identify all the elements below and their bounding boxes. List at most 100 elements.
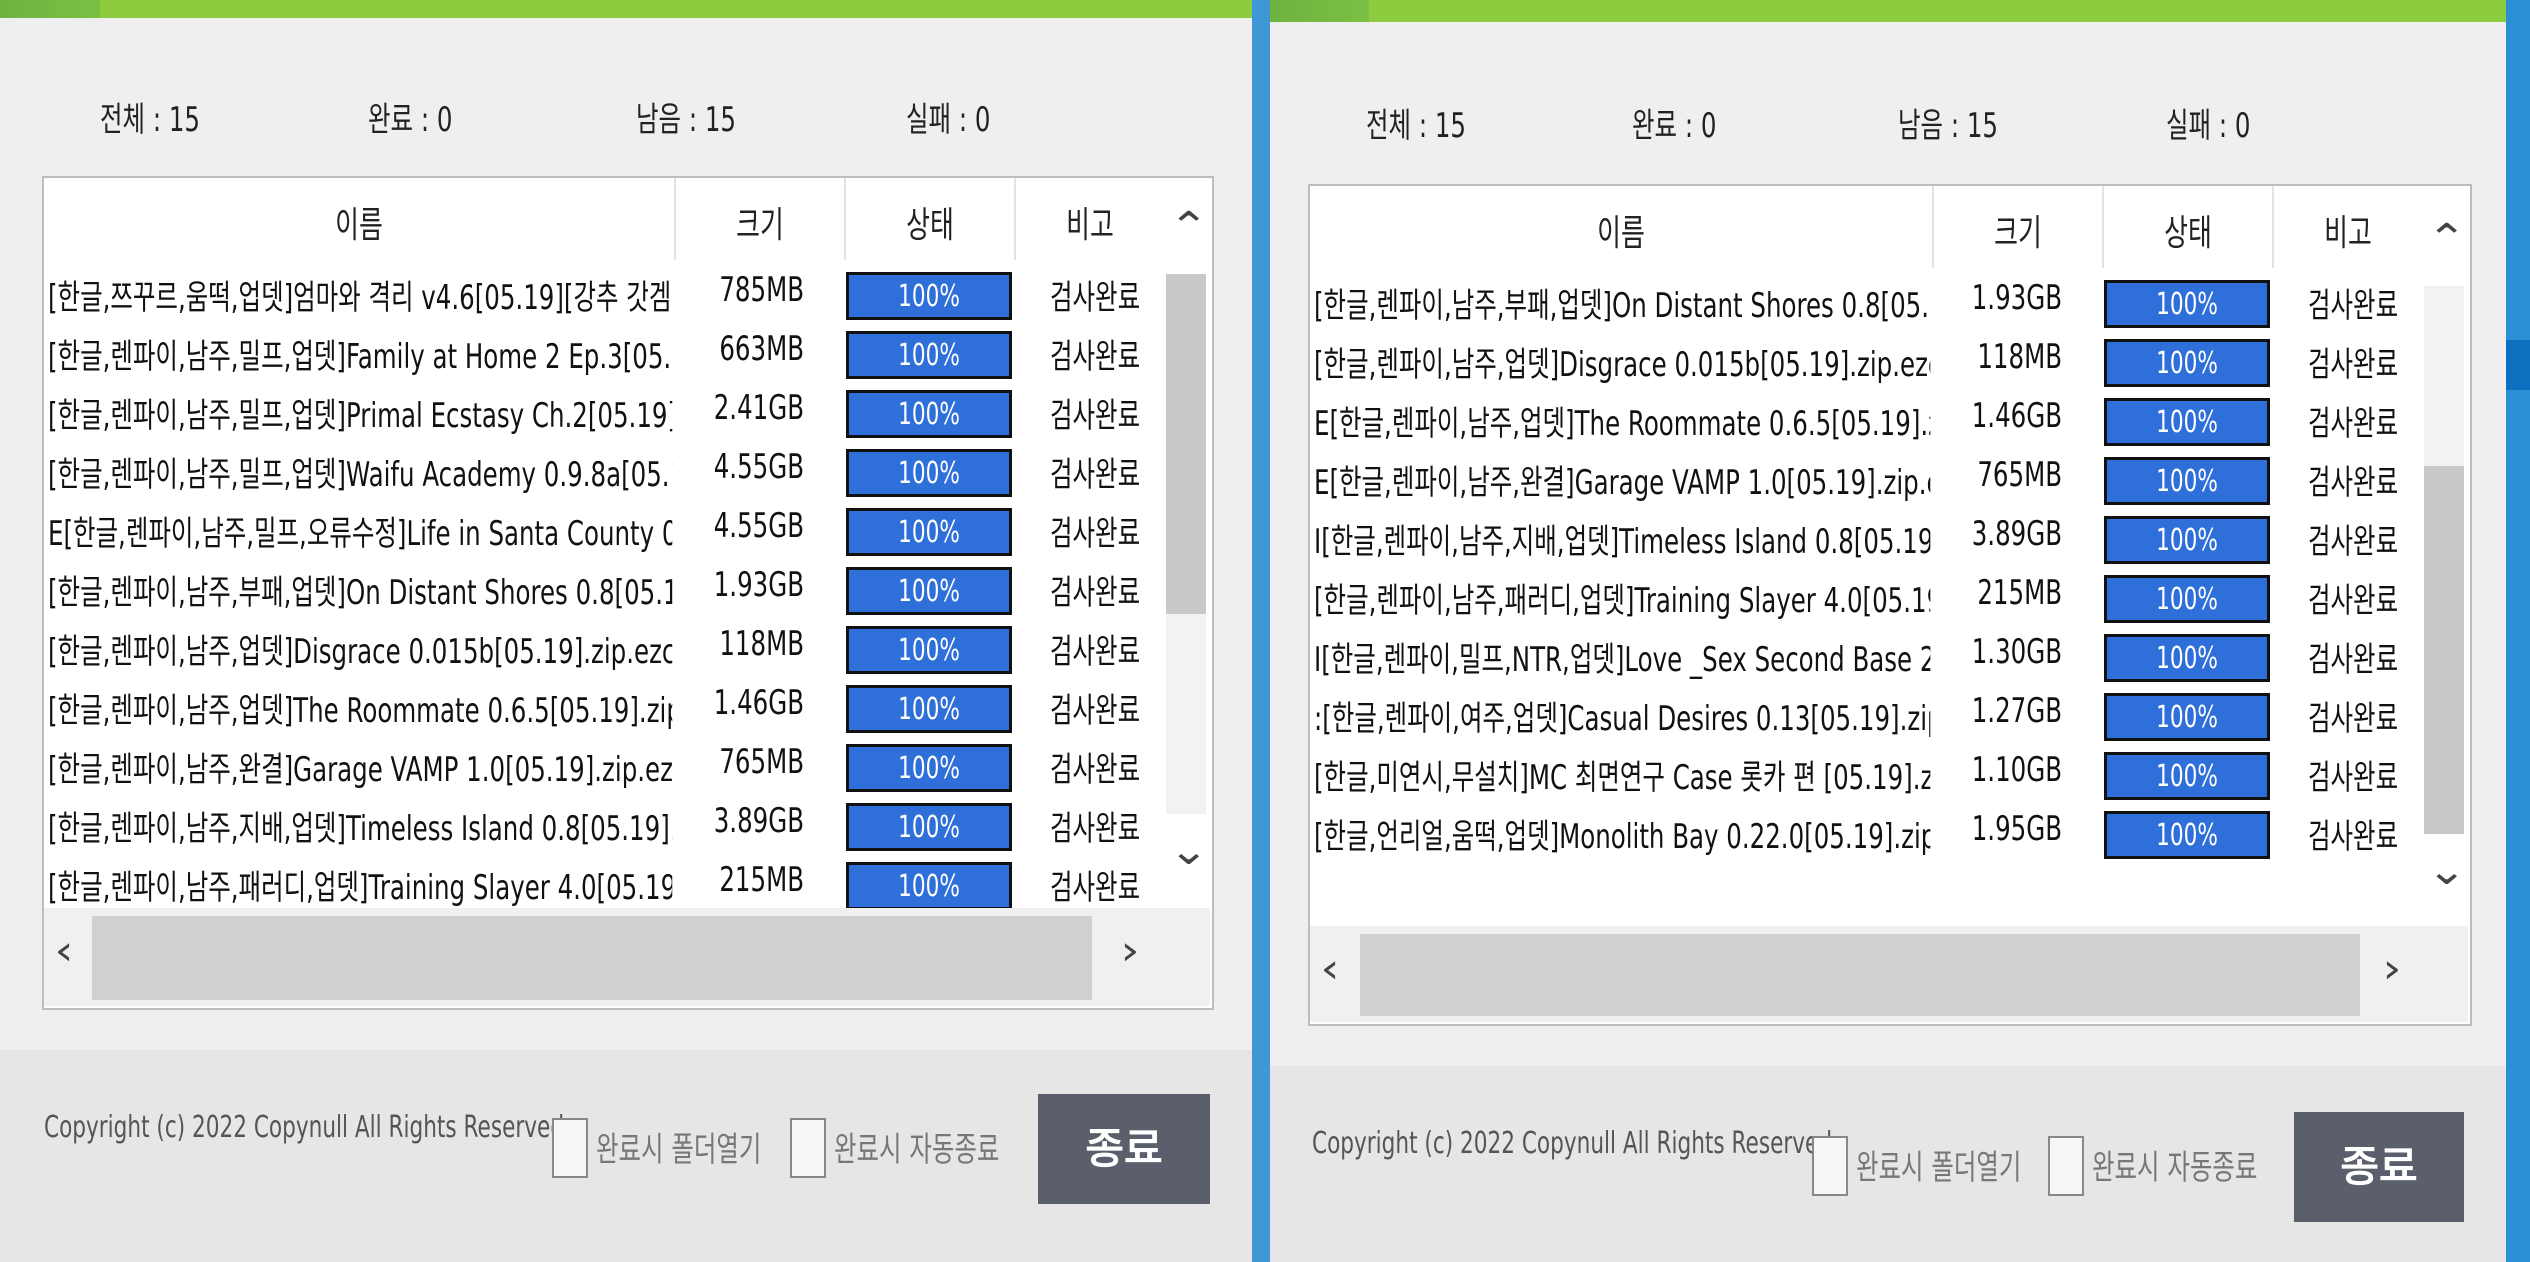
- copyright-text: Copyright (c) 2022 Copynull All Rights R…: [1312, 1126, 1833, 1161]
- progress-bar: 100%: [846, 272, 1012, 320]
- table-row[interactable]: I[한글,렌파이,밀프,NTR,업뎃]Love _Sex Second Base…: [1310, 626, 2428, 685]
- table-row[interactable]: E[한글,렌파이,남주,업뎃]The Roommate 0.6.5[05.19]…: [1310, 390, 2428, 449]
- table-row[interactable]: [한글,미연시,무설치]MC 최면연구 Case 롯카 편 [05.19].zi…: [1310, 744, 2428, 803]
- column-divider[interactable]: [1932, 186, 1934, 268]
- scroll-thumb[interactable]: [2424, 466, 2464, 834]
- file-name: [한글,렌파이,남주,업뎃]Disgrace 0.015b[05.19].zip…: [48, 632, 672, 672]
- table-row[interactable]: [한글,렌파이,남주,업뎃]The Roommate 0.6.5[05.19].…: [44, 677, 1170, 736]
- progress-label: 100%: [2156, 759, 2218, 794]
- table-row[interactable]: [한글,렌파이,남주,밀프,업뎃]Primal Ecstasy Ch.2[05.…: [44, 382, 1170, 441]
- table-row[interactable]: I[한글,렌파이,남주,지배,업뎃]Timeless Island 0.8[05…: [1310, 508, 2428, 567]
- file-name: [한글,렌파이,남주,완결]Garage VAMP 1.0[05.19].zip…: [48, 750, 672, 790]
- table-row[interactable]: [한글,렌파이,남주,완결]Garage VAMP 1.0[05.19].zip…: [44, 736, 1170, 795]
- header-note[interactable]: 비고: [1037, 196, 1144, 248]
- scroll-track[interactable]: [2424, 286, 2464, 834]
- chevron-right-icon[interactable]: ›: [1120, 928, 1139, 974]
- stat-failed: 실패 : 0: [2166, 106, 2251, 146]
- column-divider[interactable]: [2102, 186, 2104, 268]
- title-bar[interactable]: [1270, 0, 2506, 22]
- table-row[interactable]: [한글,렌파이,남주,부패,업뎃]On Distant Shores 0.8[0…: [44, 559, 1170, 618]
- file-note: 검사완료: [1050, 750, 1141, 790]
- auto-close-checkbox[interactable]: [2048, 1136, 2084, 1196]
- desktop-edge: [2506, 0, 2530, 1262]
- stat-total: 전체 : 15: [1366, 106, 1467, 146]
- progress-bar: 100%: [846, 803, 1012, 851]
- table-row[interactable]: [한글,렌파이,남주,업뎃]Disgrace 0.015b[05.19].zip…: [44, 618, 1170, 677]
- file-name: [한글,렌파이,남주,부패,업뎃]On Distant Shores 0.8[0…: [48, 573, 672, 613]
- scroll-thumb[interactable]: [1166, 274, 1206, 614]
- header-status[interactable]: 상태: [870, 196, 991, 248]
- file-size: 1.93GB: [713, 565, 804, 605]
- progress-bar: 100%: [846, 331, 1012, 379]
- end-button[interactable]: 종료: [1038, 1094, 1210, 1204]
- edge-notch: [2506, 340, 2530, 390]
- header-note[interactable]: 비고: [2295, 204, 2402, 256]
- table-row[interactable]: [한글,언리얼,움떡,업뎃]Monolith Bay 0.22.0[05.19]…: [1310, 803, 2428, 862]
- column-divider[interactable]: [674, 178, 676, 260]
- open-folder-checkbox[interactable]: [1812, 1136, 1848, 1196]
- file-size: 2.41GB: [713, 388, 804, 428]
- file-size: 1.46GB: [1971, 396, 2062, 436]
- chevron-left-icon[interactable]: ‹: [1320, 946, 1339, 992]
- progress-label: 100%: [898, 574, 960, 609]
- chevron-down-icon[interactable]: ⌄: [1169, 828, 1209, 874]
- progress-bar: 100%: [2104, 339, 2270, 387]
- header-status[interactable]: 상태: [2128, 204, 2249, 256]
- file-size: 1.10GB: [1971, 750, 2062, 790]
- file-note: 검사완료: [1050, 809, 1141, 849]
- open-folder-label[interactable]: 완료시 폴더열기: [1856, 1140, 2021, 1189]
- table-row[interactable]: E[한글,렌파이,남주,완결]Garage VAMP 1.0[05.19].zi…: [1310, 449, 2428, 508]
- table-row[interactable]: :[한글,렌파이,여주,업뎃]Casual Desires 0.13[05.19…: [1310, 685, 2428, 744]
- header-name[interactable]: 이름: [132, 196, 586, 248]
- chevron-up-icon[interactable]: ⌃: [1169, 204, 1209, 250]
- header-name[interactable]: 이름: [1397, 204, 1845, 256]
- table-row[interactable]: E[한글,렌파이,남주,밀프,오류수정]Life in Santa County…: [44, 500, 1170, 559]
- file-table: 이름 크기 상태 비고 [한글,렌파이,남주,부패,업뎃]On Distant …: [1308, 184, 2472, 1026]
- progress-label: 100%: [898, 810, 960, 845]
- file-size: 1.95GB: [1971, 809, 2062, 849]
- chevron-left-icon[interactable]: ‹: [54, 928, 73, 974]
- auto-close-checkbox[interactable]: [790, 1118, 826, 1178]
- table-row[interactable]: [한글,렌파이,남주,밀프,업뎃]Family at Home 2 Ep.3[0…: [44, 323, 1170, 382]
- end-button[interactable]: 종료: [2294, 1112, 2464, 1222]
- file-size: 1.27GB: [1971, 691, 2062, 731]
- chevron-right-icon[interactable]: ›: [2382, 946, 2401, 992]
- title-bar[interactable]: [0, 0, 1252, 18]
- column-divider[interactable]: [1014, 178, 1016, 260]
- table-row[interactable]: [한글,렌파이,남주,패러디,업뎃]Training Slayer 4.0[05…: [44, 854, 1170, 913]
- open-folder-label[interactable]: 완료시 폴더열기: [596, 1122, 761, 1171]
- progress-bar: 100%: [2104, 398, 2270, 446]
- progress-label: 100%: [2156, 464, 2218, 499]
- column-divider[interactable]: [2272, 186, 2274, 268]
- table-row[interactable]: [한글,렌파이,남주,패러디,업뎃]Training Slayer 4.0[05…: [1310, 567, 2428, 626]
- table-row[interactable]: [한글,렌파이,남주,밀프,업뎃]Waifu Academy 0.9.8a[05…: [44, 441, 1170, 500]
- vertical-scrollbar[interactable]: ⌃ ⌄: [2420, 186, 2468, 926]
- progress-bar: 100%: [846, 390, 1012, 438]
- stat-total: 전체 : 15: [100, 100, 201, 140]
- vertical-scrollbar[interactable]: ⌃ ⌄: [1162, 178, 1210, 908]
- table-row[interactable]: [한글,렌파이,남주,업뎃]Disgrace 0.015b[05.19].zip…: [1310, 331, 2428, 390]
- scroll-thumb[interactable]: [92, 916, 1092, 1000]
- header-size[interactable]: 크기: [700, 196, 821, 248]
- file-name: [한글,렌파이,남주,지배,업뎃]Timeless Island 0.8[05.…: [48, 809, 672, 849]
- progress-label: 100%: [898, 515, 960, 550]
- table-row[interactable]: [한글,쯔꾸르,움떡,업뎃]엄마와 격리 v4.6[05.19][강추 갓겜].…: [44, 264, 1170, 323]
- open-folder-checkbox[interactable]: [552, 1118, 588, 1178]
- scroll-thumb[interactable]: [1360, 934, 2360, 1016]
- horizontal-scrollbar[interactable]: ‹ ›: [1310, 926, 2468, 1022]
- horizontal-scrollbar[interactable]: ‹ ›: [44, 908, 1210, 1006]
- auto-close-label[interactable]: 완료시 자동종료: [834, 1122, 999, 1171]
- chevron-down-icon[interactable]: ⌄: [2427, 848, 2467, 894]
- table-row[interactable]: [한글,렌파이,남주,지배,업뎃]Timeless Island 0.8[05.…: [44, 795, 1170, 854]
- file-note: 검사완료: [1050, 514, 1141, 554]
- header-size[interactable]: 크기: [1958, 204, 2079, 256]
- file-note: 검사완료: [1050, 455, 1141, 495]
- table-row[interactable]: [한글,렌파이,남주,부패,업뎃]On Distant Shores 0.8[0…: [1310, 272, 2428, 331]
- auto-close-label[interactable]: 완료시 자동종료: [2092, 1140, 2257, 1189]
- file-table: 이름 크기 상태 비고 [한글,쯔꾸르,움떡,업뎃]엄마와 격리 v4.6[05…: [42, 176, 1214, 1010]
- scroll-track[interactable]: [1166, 274, 1206, 814]
- chevron-up-icon[interactable]: ⌃: [2427, 216, 2467, 262]
- column-divider[interactable]: [844, 178, 846, 260]
- checker-window-right: 전체 : 15 완료 : 0 남음 : 15 실패 : 0 이름 크기 상태 비…: [1270, 0, 2506, 1262]
- file-name: [한글,렌파이,남주,부패,업뎃]On Distant Shores 0.8[0…: [1314, 286, 1930, 326]
